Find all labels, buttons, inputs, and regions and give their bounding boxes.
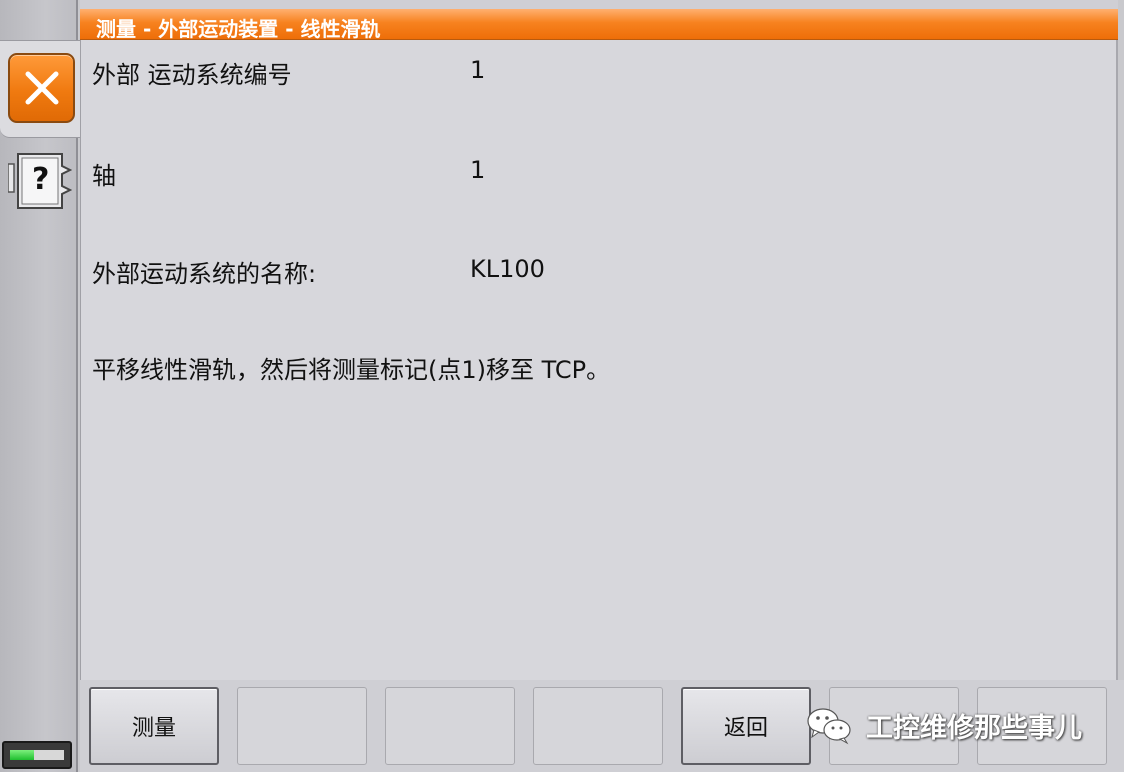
field-value-system-name: KL100 (470, 255, 545, 283)
softkey-4 (533, 687, 663, 765)
field-label-system-name: 外部运动系统的名称: (92, 260, 317, 288)
watermark-text: 工控维修那些事儿 (866, 712, 1082, 744)
close-x-icon (25, 71, 59, 105)
field-label-system-number: 外部 运动系统编号 (92, 61, 292, 89)
softkey-back-label: 返回 (723, 716, 768, 741)
help-glyph: ? (32, 162, 50, 197)
softkey-measure-label: 测量 (131, 716, 176, 741)
close-button[interactable] (8, 53, 75, 123)
instruction-text: 平移线性滑轨，然后将测量标记(点1)移至 TCP。 (92, 356, 611, 384)
field-value-axis: 1 (470, 156, 486, 184)
title-bar: 测量 - 外部运动装置 - 线性滑轨 (80, 9, 1118, 41)
help-button[interactable]: ? (7, 146, 73, 212)
battery-empty (34, 750, 64, 760)
battery-indicator (2, 741, 72, 769)
field-value-system-number: 1 (470, 56, 486, 84)
wechat-icon (807, 708, 851, 745)
softkey-2 (237, 687, 367, 765)
softkey-back-button[interactable]: 返回 (681, 687, 811, 765)
measurement-panel (80, 0, 1118, 680)
top-strip (80, 0, 1118, 9)
softkey-3 (385, 687, 515, 765)
watermark: 工控维修那些事儿 (806, 700, 1082, 750)
battery-fill (10, 750, 34, 760)
window-title: 测量 - 外部运动装置 - 线性滑轨 (96, 17, 381, 41)
softkey-measure-button[interactable]: 测量 (89, 687, 219, 765)
field-label-axis: 轴 (92, 162, 116, 190)
